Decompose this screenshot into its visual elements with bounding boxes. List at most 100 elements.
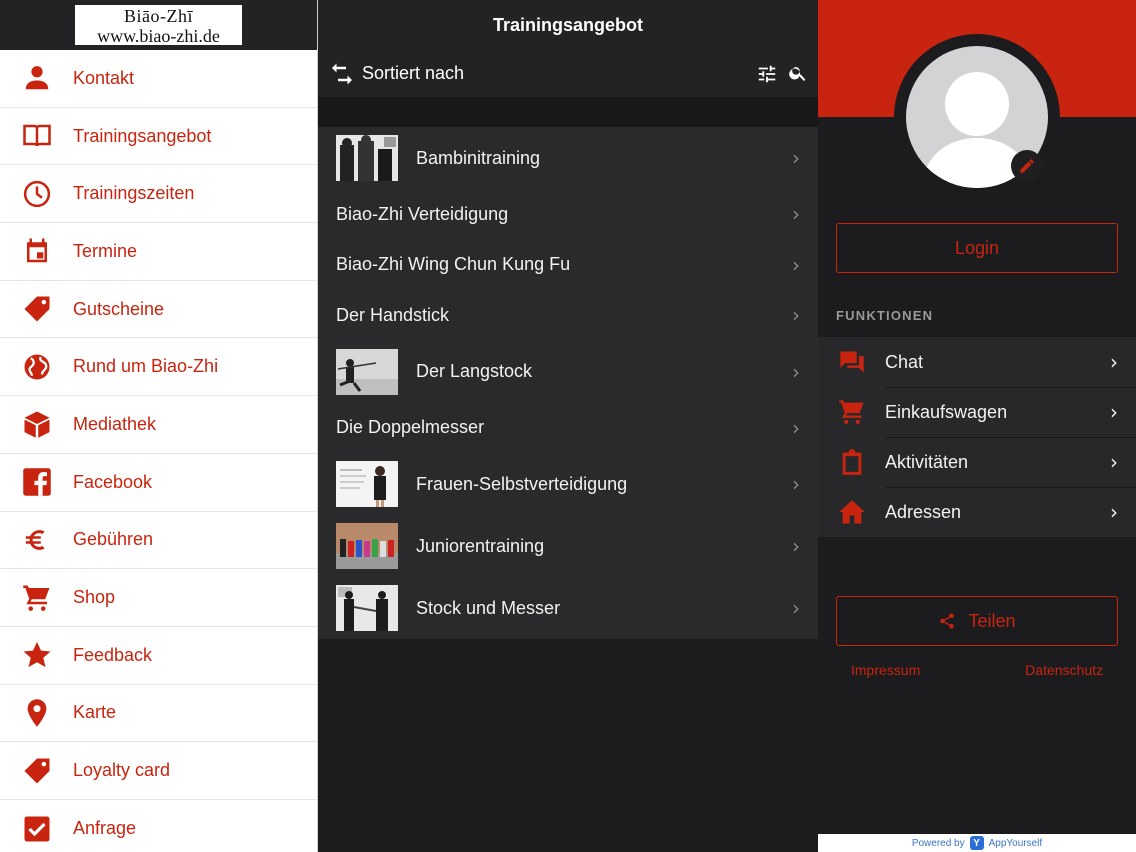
list-item[interactable]: Biao-Zhi Wing Chun Kung Fu › xyxy=(318,240,818,291)
chevron-right-icon: › xyxy=(792,146,800,170)
chevron-right-icon: › xyxy=(792,252,800,277)
list-item[interactable]: Bambinitraining › xyxy=(318,127,818,189)
checkbox-icon xyxy=(0,814,73,844)
list-item[interactable]: Der Langstock › xyxy=(318,341,818,403)
list-item[interactable]: Biao-Zhi Verteidigung › xyxy=(318,189,818,240)
sidebar-item-rund-um-biao-zhi[interactable]: Rund um Biao-Zhi xyxy=(0,338,317,397)
search-icon[interactable] xyxy=(788,63,808,85)
calendar-icon xyxy=(0,236,73,266)
sidebar-item-label: Shop xyxy=(73,587,116,608)
sidebar-item-label: Trainingszeiten xyxy=(73,183,195,204)
sidebar-item-label: Loyalty card xyxy=(73,760,171,781)
powered-by-brand: AppYourself xyxy=(988,837,1043,849)
edit-avatar-button[interactable] xyxy=(1011,150,1043,182)
sidebar: Biāo-Zhī www.biao-zhi.de Kontakt Trainin… xyxy=(0,0,318,852)
function-item-aktivitaeten[interactable]: Aktivitäten › xyxy=(818,437,1136,487)
functions-list: Chat › Einkaufswagen › Aktivitäten › Adr… xyxy=(818,337,1136,537)
sidebar-item-label: Facebook xyxy=(73,471,153,492)
chevron-right-icon: › xyxy=(1110,400,1118,424)
clock-icon xyxy=(0,179,73,209)
sidebar-item-termine[interactable]: Termine xyxy=(0,223,317,281)
logo-brand-text: Biāo-Zhī xyxy=(124,6,193,26)
list-item-label: Bambinitraining xyxy=(416,147,541,168)
sidebar-item-loyalty-card[interactable]: Loyalty card xyxy=(0,742,317,800)
thumbnail-image xyxy=(336,348,398,395)
sidebar-item-label: Trainingsangebot xyxy=(73,125,212,146)
list-item[interactable]: Die Doppelmesser › xyxy=(318,403,818,454)
sidebar-item-trainingszeiten[interactable]: Trainingszeiten xyxy=(0,165,317,224)
page-title: Trainingsangebot xyxy=(318,0,818,50)
chevron-right-icon: › xyxy=(792,202,800,227)
person-icon xyxy=(0,63,73,93)
sidebar-item-shop[interactable]: Shop xyxy=(0,569,317,627)
logo-url-text: www.biao-zhi.de xyxy=(97,26,220,46)
function-item-chat[interactable]: Chat › xyxy=(818,337,1136,387)
list-item[interactable]: Juniorentraining › xyxy=(318,515,818,577)
sort-toolbar: Sortiert nach xyxy=(318,50,818,97)
chevron-right-icon: › xyxy=(792,415,800,440)
thumbnail-image xyxy=(336,461,398,507)
function-item-adressen[interactable]: Adressen › xyxy=(818,487,1136,537)
training-list-panel: Trainingsangebot Sortiert nach Bambinitr… xyxy=(318,0,818,852)
list-item[interactable]: Der Handstick › xyxy=(318,290,818,341)
share-button-label: Teilen xyxy=(968,610,1016,631)
sidebar-item-mediathek[interactable]: Mediathek xyxy=(0,396,317,454)
facebook-icon xyxy=(0,467,73,497)
sidebar-item-label: Mediathek xyxy=(73,413,157,434)
sidebar-item-anfrage[interactable]: Anfrage xyxy=(0,800,317,852)
thumbnail-image xyxy=(336,585,398,631)
powered-by-text: Powered by xyxy=(911,837,965,849)
sidebar-item-feedback[interactable]: Feedback xyxy=(0,627,317,685)
list-spacer xyxy=(318,97,818,127)
sidebar-item-facebook[interactable]: Facebook xyxy=(0,454,317,512)
function-item-label: Aktivitäten xyxy=(885,451,969,472)
sidebar-item-karte[interactable]: Karte xyxy=(0,685,317,743)
login-button[interactable]: Login xyxy=(836,223,1118,273)
list-item-label: Juniorentraining xyxy=(416,535,545,556)
list-item[interactable]: Stock und Messer › xyxy=(318,577,818,639)
cube-icon xyxy=(0,409,73,439)
cart-icon xyxy=(0,583,73,613)
sidebar-item-label: Kontakt xyxy=(73,67,135,88)
appyourself-logo-icon: Y xyxy=(969,836,984,850)
cart-icon xyxy=(818,398,885,426)
chevron-right-icon: › xyxy=(1110,500,1118,524)
sidebar-item-kontakt[interactable]: Kontakt xyxy=(0,50,317,108)
sidebar-item-trainingsangebot[interactable]: Trainingsangebot xyxy=(0,108,317,166)
share-icon xyxy=(938,612,956,630)
swap-arrows-icon[interactable] xyxy=(330,62,354,86)
map-pin-icon xyxy=(0,698,73,728)
sidebar-item-label: Termine xyxy=(73,240,138,261)
sidebar-item-gutscheine[interactable]: Gutscheine xyxy=(0,281,317,339)
globe-icon xyxy=(0,352,73,382)
sort-label[interactable]: Sortiert nach xyxy=(362,63,464,84)
list-item-label: Biao-Zhi Wing Chun Kung Fu xyxy=(336,254,571,275)
star-icon xyxy=(0,640,73,670)
function-item-label: Einkaufswagen xyxy=(885,401,1008,422)
chat-icon xyxy=(818,348,885,376)
list-item-label: Die Doppelmesser xyxy=(336,417,485,438)
sidebar-item-label: Anfrage xyxy=(73,818,137,839)
sidebar-item-label: Gutscheine xyxy=(73,298,165,319)
chevron-right-icon: › xyxy=(792,472,800,496)
sidebar-item-label: Gebühren xyxy=(73,529,154,550)
list-item-label: Frauen-Selbstverteidigung xyxy=(416,473,628,494)
book-icon xyxy=(0,121,73,151)
home-icon xyxy=(818,498,885,526)
powered-by-badge[interactable]: Powered by Y AppYourself xyxy=(818,834,1136,852)
list-item-label: Biao-Zhi Verteidigung xyxy=(336,203,509,224)
list-item[interactable]: Frauen-Selbstverteidigung › xyxy=(318,453,818,515)
sidebar-item-gebuehren[interactable]: Gebühren xyxy=(0,512,317,570)
brand-logo: Biāo-Zhī www.biao-zhi.de xyxy=(75,5,242,45)
filter-sliders-icon[interactable] xyxy=(756,63,778,85)
functions-header: FUNKTIONEN xyxy=(836,308,934,323)
chevron-right-icon: › xyxy=(792,303,800,328)
function-item-einkaufswagen[interactable]: Einkaufswagen › xyxy=(818,387,1136,437)
impressum-link[interactable]: Impressum xyxy=(851,662,920,678)
thumbnail-image xyxy=(336,135,398,181)
sidebar-item-label: Karte xyxy=(73,702,117,723)
thumbnail-image xyxy=(336,523,398,569)
share-button[interactable]: Teilen xyxy=(836,596,1118,646)
training-list: Bambinitraining › Biao-Zhi Verteidigung … xyxy=(318,127,818,639)
datenschutz-link[interactable]: Datenschutz xyxy=(1025,662,1103,678)
